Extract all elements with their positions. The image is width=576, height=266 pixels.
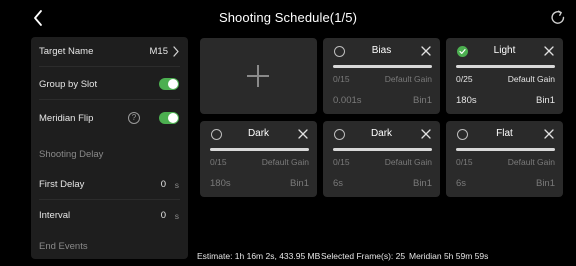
progress-bar	[333, 148, 432, 151]
target-name-value: M15	[149, 46, 168, 57]
first-delay-value[interactable]: 0	[161, 179, 166, 190]
frame-gain: Default Gain	[261, 157, 309, 167]
refresh-icon	[551, 10, 565, 24]
refresh-button[interactable]	[548, 8, 568, 28]
meridian-flip-toggle[interactable]	[159, 112, 179, 124]
add-frame-button[interactable]	[200, 38, 317, 114]
close-icon[interactable]	[543, 45, 555, 57]
frame-card[interactable]: Bias 0/15 Default Gain 0.001s Bin1	[323, 38, 440, 114]
frame-bin: Bin1	[535, 95, 555, 106]
frame-card[interactable]: Light 0/25 Default Gain 180s Bin1	[446, 38, 563, 114]
progress-bar	[210, 148, 309, 151]
frame-exposure: 0.001s	[333, 95, 362, 106]
end-events-heading: End Events	[39, 241, 88, 252]
first-delay-row[interactable]: First Delay 0 s	[31, 170, 188, 200]
frame-count: 0/15	[333, 157, 350, 167]
shooting-delay-heading: Shooting Delay	[39, 149, 104, 160]
group-by-slot-row: Group by Slot	[31, 70, 188, 100]
frame-exposure: 180s	[456, 95, 477, 106]
frame-count: 0/15	[456, 157, 473, 167]
meridian-flip-label: Meridian Flip	[39, 113, 94, 124]
frame-card[interactable]: Dark 0/15 Default Gain 180s Bin1	[200, 121, 317, 197]
meridian-flip-row: Meridian Flip ?	[31, 104, 188, 134]
target-name-row[interactable]: Target Name M15	[31, 37, 188, 67]
target-name-label: Target Name	[39, 46, 94, 57]
close-icon[interactable]	[420, 128, 432, 140]
frame-count: 0/15	[333, 74, 350, 84]
close-icon[interactable]	[297, 128, 309, 140]
help-circle-icon[interactable]: ?	[128, 112, 140, 124]
progress-bar	[456, 65, 555, 68]
plus-icon-stroke	[257, 65, 259, 87]
frame-gain: Default Gain	[384, 157, 432, 167]
frame-exposure: 180s	[210, 178, 231, 189]
frame-bin: Bin1	[412, 95, 432, 106]
divider	[39, 66, 180, 67]
frame-exposure: 6s	[456, 178, 467, 189]
end-events-section: End Events	[31, 232, 188, 259]
frame-count: 0/25	[456, 74, 473, 84]
first-delay-label: First Delay	[39, 179, 85, 190]
top-bar: Shooting Schedule(1/5)	[0, 0, 576, 36]
selected-frames-text: Selected Frame(s): 25	[321, 251, 406, 261]
interval-row[interactable]: Interval 0 s	[31, 201, 188, 231]
group-by-slot-label: Group by Slot	[39, 79, 98, 90]
interval-label: Interval	[39, 210, 71, 221]
interval-value[interactable]: 0	[161, 210, 166, 221]
first-delay-unit: s	[174, 180, 179, 190]
meridian-time-text: Meridian 5h 59m 59s	[409, 251, 489, 261]
progress-bar	[333, 65, 432, 68]
divider	[39, 99, 180, 100]
frame-bin: Bin1	[535, 178, 555, 189]
close-icon[interactable]	[420, 45, 432, 57]
frame-gain: Default Gain	[384, 74, 432, 84]
toggle-knob	[168, 79, 178, 89]
frame-gain: Default Gain	[507, 74, 555, 84]
group-by-slot-toggle[interactable]	[159, 78, 179, 90]
shooting-delay-section: Shooting Delay	[31, 140, 188, 170]
frame-card[interactable]: Dark 0/15 Default Gain 6s Bin1	[323, 121, 440, 197]
toggle-knob	[168, 113, 178, 123]
frame-bin: Bin1	[412, 178, 432, 189]
divider	[39, 199, 180, 200]
page-title: Shooting Schedule(1/5)	[218, 10, 358, 25]
frame-count: 0/15	[210, 157, 227, 167]
interval-unit: s	[174, 211, 179, 221]
frame-exposure: 6s	[333, 178, 344, 189]
close-icon[interactable]	[543, 128, 555, 140]
frame-bin: Bin1	[289, 178, 309, 189]
frame-card[interactable]: Flat 0/15 Default Gain 6s Bin1	[446, 121, 563, 197]
estimate-text: Estimate: 1h 16m 2s, 433.95 MB	[197, 251, 321, 261]
frame-gain: Default Gain	[507, 157, 555, 167]
settings-panel: Target Name M15 Group by Slot Meridian F…	[31, 37, 188, 259]
progress-bar	[456, 148, 555, 151]
chevron-right-icon	[173, 46, 179, 57]
